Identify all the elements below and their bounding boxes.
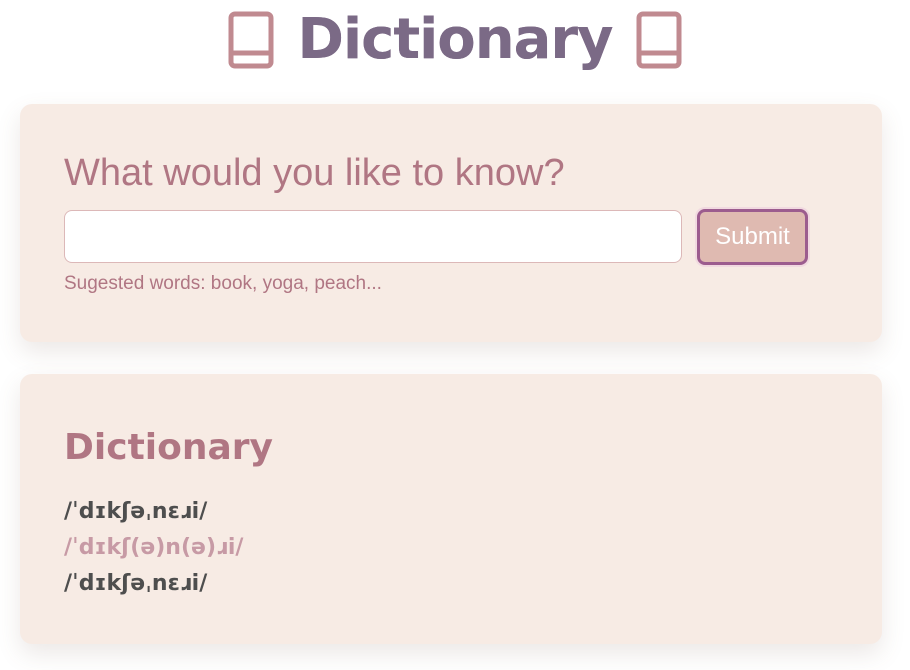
result-card: Dictionary /ˈdɪkʃəˌnɛɹi/ /ˈdɪkʃ(ə)n(ə)ɹi… bbox=[20, 374, 882, 644]
book-icon bbox=[227, 11, 275, 69]
phonetic-item: /ˈdɪkʃəˌnɛɹi/ bbox=[64, 499, 208, 524]
search-card: What would you like to know? Submit Suge… bbox=[20, 104, 882, 342]
submit-button[interactable]: Submit bbox=[697, 209, 808, 265]
book-icon bbox=[635, 11, 683, 69]
page-title: Dictionary bbox=[297, 7, 613, 72]
phonetic-item: /ˈdɪkʃəˌnɛɹi/ bbox=[64, 571, 208, 596]
search-question: What would you like to know? bbox=[64, 152, 565, 194]
suggested-words: Sugested words: book, yoga, peach... bbox=[64, 273, 382, 294]
result-word: Dictionary bbox=[64, 427, 273, 468]
search-input[interactable] bbox=[64, 210, 682, 263]
phonetics-list: /ˈdɪkʃəˌnɛɹi/ /ˈdɪkʃ(ə)n(ə)ɹi/ /ˈdɪkʃəˌn… bbox=[64, 494, 243, 602]
page-header: Dictionary bbox=[0, 0, 910, 80]
phonetic-item: /ˈdɪkʃ(ə)n(ə)ɹi/ bbox=[64, 535, 244, 560]
